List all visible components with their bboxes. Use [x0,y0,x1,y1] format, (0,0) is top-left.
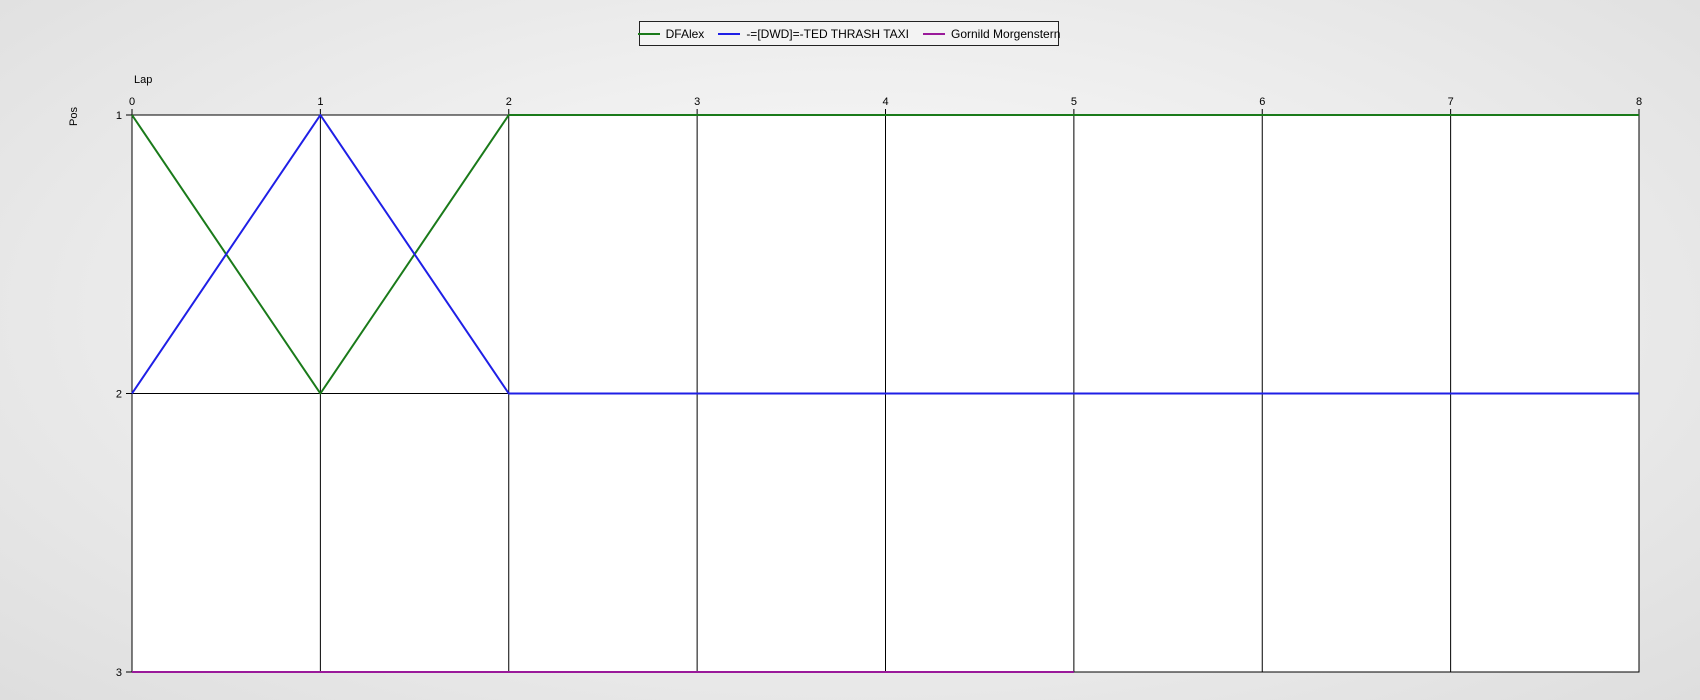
y-tick-label-3: 3 [116,667,122,679]
x-axis-title: Lap [134,74,152,86]
y-axis-title: Pos [68,107,80,126]
x-tick-label-1: 1 [317,96,323,108]
x-tick-label-3: 3 [694,96,700,108]
x-tick-label-7: 7 [1448,96,1454,108]
y-tick-label-1: 1 [116,110,122,122]
x-tick-label-2: 2 [506,96,512,108]
x-tick-label-8: 8 [1636,96,1642,108]
x-tick-label-0: 0 [129,96,135,108]
position-chart: Lap Pos 0 1 2 3 4 5 6 7 8123 [68,74,1642,679]
x-tick-label-6: 6 [1259,96,1265,108]
y-tick-label-2: 2 [116,389,122,401]
x-tick-label-5: 5 [1071,96,1077,108]
x-tick-label-4: 4 [882,96,888,108]
